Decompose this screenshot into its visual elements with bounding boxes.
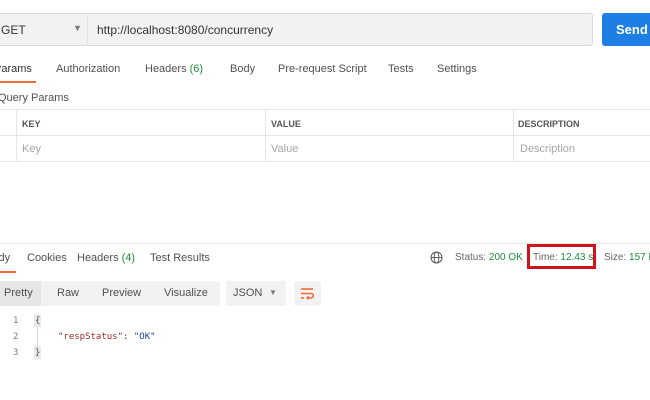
table-col-divider — [265, 109, 266, 162]
tab-label: Tests — [388, 63, 414, 75]
tab-tests[interactable]: Tests — [388, 63, 414, 75]
url-text: http://localhost:8080/concurrency — [97, 23, 274, 37]
response-tab-body[interactable]: Body — [0, 252, 10, 264]
json-key: "respStatus" — [58, 332, 124, 342]
wrap-lines-button[interactable] — [294, 281, 321, 306]
size-label: Size: — [604, 252, 627, 263]
response-tab-test-results[interactable]: Test Results — [150, 252, 210, 264]
status-value: 200 OK — [488, 252, 523, 263]
send-button[interactable]: Send — [602, 13, 650, 46]
send-label: Send — [616, 22, 648, 37]
format-select[interactable]: JSON ▼ — [226, 281, 286, 306]
column-header-description: DESCRIPTION — [518, 119, 580, 129]
size-value: 157 B — [629, 252, 650, 263]
response-tab-cookies[interactable]: Cookies — [27, 252, 67, 264]
json-value: "OK" — [133, 332, 156, 342]
table-border-bottom — [0, 161, 650, 162]
line-number: 1 — [13, 316, 19, 326]
chevron-down-icon: ▼ — [269, 288, 277, 297]
method-label: GET — [1, 23, 26, 37]
tab-label: Pre-request Script — [278, 63, 367, 75]
tab-label: Params — [0, 63, 32, 75]
key-input[interactable]: Key — [22, 143, 41, 155]
tab-label: Test Results — [150, 252, 210, 264]
tab-count: (4) — [121, 252, 136, 264]
view-pretty-button[interactable]: Pretty — [4, 287, 33, 299]
json-close-brace: } — [35, 348, 41, 358]
globe-icon[interactable] — [430, 251, 443, 264]
wrap-lines-icon — [301, 288, 314, 300]
status-label: Status: — [455, 252, 487, 263]
table-col-divider — [513, 109, 514, 162]
active-response-tab-indicator — [0, 271, 16, 273]
tab-body[interactable]: Body — [230, 63, 255, 75]
view-visualize-button[interactable]: Visualize — [164, 287, 208, 299]
line-number: 2 — [13, 332, 19, 342]
method-select[interactable]: GET ▼ — [0, 13, 88, 46]
tab-settings[interactable]: Settings — [437, 63, 477, 75]
json-line: "respStatus": "OK" — [58, 332, 156, 342]
value-input[interactable]: Value — [271, 143, 298, 155]
column-header-value: VALUE — [271, 119, 301, 129]
column-header-key: KEY — [22, 119, 41, 129]
tab-label: Headers — [77, 252, 119, 264]
json-separator: : — [123, 332, 129, 342]
tab-headers[interactable]: Headers (6) — [145, 63, 203, 75]
url-input[interactable]: http://localhost:8080/concurrency — [87, 13, 593, 46]
tab-authorization[interactable]: Authorization — [56, 63, 120, 75]
active-tab-indicator — [0, 81, 36, 83]
tab-label: Authorization — [56, 63, 121, 75]
time-highlight-box — [527, 244, 596, 269]
table-col-divider — [16, 109, 17, 162]
format-label: JSON — [233, 287, 263, 299]
tab-label: Settings — [437, 63, 477, 75]
query-params-title: Query Params — [0, 92, 69, 104]
view-preview-button[interactable]: Preview — [102, 287, 141, 299]
tab-pre-request-script[interactable]: Pre-request Script — [278, 63, 367, 75]
json-open-brace: { — [35, 316, 41, 326]
tab-label: Cookies — [27, 252, 67, 264]
tab-label: Body — [230, 63, 256, 75]
description-input[interactable]: Description — [520, 143, 575, 155]
indent-guide — [37, 327, 38, 347]
view-raw-button[interactable]: Raw — [57, 287, 79, 299]
tab-count: (6) — [189, 63, 204, 75]
response-status: Status: 200 OK — [455, 252, 523, 263]
tab-params[interactable]: Params — [0, 63, 32, 75]
tab-label: Headers — [145, 63, 187, 75]
table-border-top — [0, 109, 650, 110]
response-size[interactable]: Size: 157 B — [604, 252, 650, 263]
tab-label: Body — [0, 252, 11, 264]
table-border-mid — [0, 135, 650, 136]
response-tab-headers[interactable]: Headers (4) — [77, 252, 135, 264]
line-number: 3 — [13, 348, 19, 358]
chevron-down-icon: ▼ — [73, 23, 82, 33]
